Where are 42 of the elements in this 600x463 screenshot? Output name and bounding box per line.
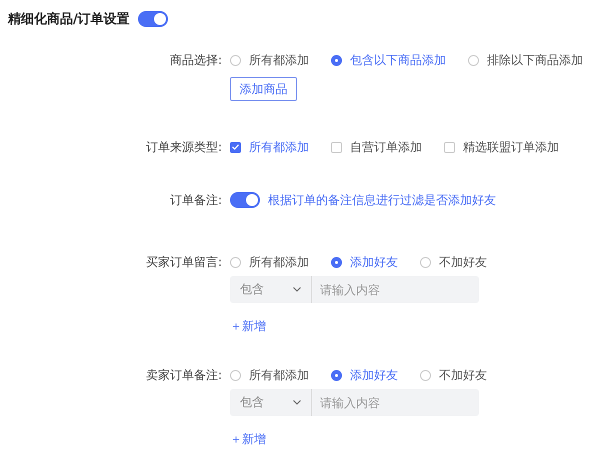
toggle-switch[interactable]: [138, 11, 168, 27]
option-label[interactable]: 添加好友: [350, 254, 398, 270]
radio-button[interactable]: [331, 54, 342, 66]
option-label[interactable]: 所有都添加: [249, 138, 309, 156]
section-title: 精细化商品/订单设置: [8, 10, 130, 28]
condition-select[interactable]: 包含: [230, 276, 312, 303]
option-label[interactable]: 添加好友: [350, 366, 398, 384]
radio-button[interactable]: [420, 256, 431, 268]
option-label[interactable]: 所有都添加: [249, 52, 309, 68]
field-label: 买家订单留言:: [144, 254, 222, 271]
field-label: 卖家订单备注:: [144, 367, 222, 384]
condition-select[interactable]: 包含: [230, 389, 312, 416]
option-label[interactable]: 精选联盟订单添加: [463, 138, 559, 156]
option-label[interactable]: 所有都添加: [249, 254, 309, 270]
option-label[interactable]: 所有都添加: [249, 366, 309, 384]
field-label: 订单备注:: [168, 192, 222, 209]
option-label[interactable]: 自营订单添加: [350, 138, 422, 156]
radio-button[interactable]: [230, 54, 241, 66]
radio-button[interactable]: [468, 54, 479, 66]
add-link[interactable]: ＋新增: [230, 318, 266, 335]
option-label[interactable]: 排除以下商品添加: [487, 52, 583, 68]
radio-button[interactable]: [331, 256, 342, 268]
add-product-button[interactable]: 添加商品: [230, 77, 297, 101]
text-input[interactable]: 请输入内容: [312, 276, 479, 303]
radio-button[interactable]: [230, 256, 241, 268]
checkbox[interactable]: [230, 142, 241, 152]
radio-button[interactable]: [331, 370, 342, 380]
chevron-down-icon: [293, 400, 301, 405]
checkbox[interactable]: [444, 142, 455, 152]
field-label: 订单来源类型:: [144, 139, 222, 156]
option-label[interactable]: 包含以下商品添加: [350, 52, 446, 68]
radio-button[interactable]: [420, 370, 431, 380]
add-link[interactable]: ＋新增: [230, 431, 266, 448]
option-label[interactable]: 不加好友: [439, 366, 487, 384]
checkbox[interactable]: [331, 142, 342, 152]
radio-button[interactable]: [230, 370, 241, 380]
chevron-down-icon: [293, 287, 301, 292]
hint-text: 根据订单的备注信息进行过滤是否添加好友: [268, 192, 496, 208]
text-input[interactable]: 请输入内容: [312, 389, 479, 416]
toggle-switch[interactable]: [230, 192, 260, 208]
field-label: 商品选择:: [168, 52, 222, 69]
option-label[interactable]: 不加好友: [439, 254, 487, 270]
